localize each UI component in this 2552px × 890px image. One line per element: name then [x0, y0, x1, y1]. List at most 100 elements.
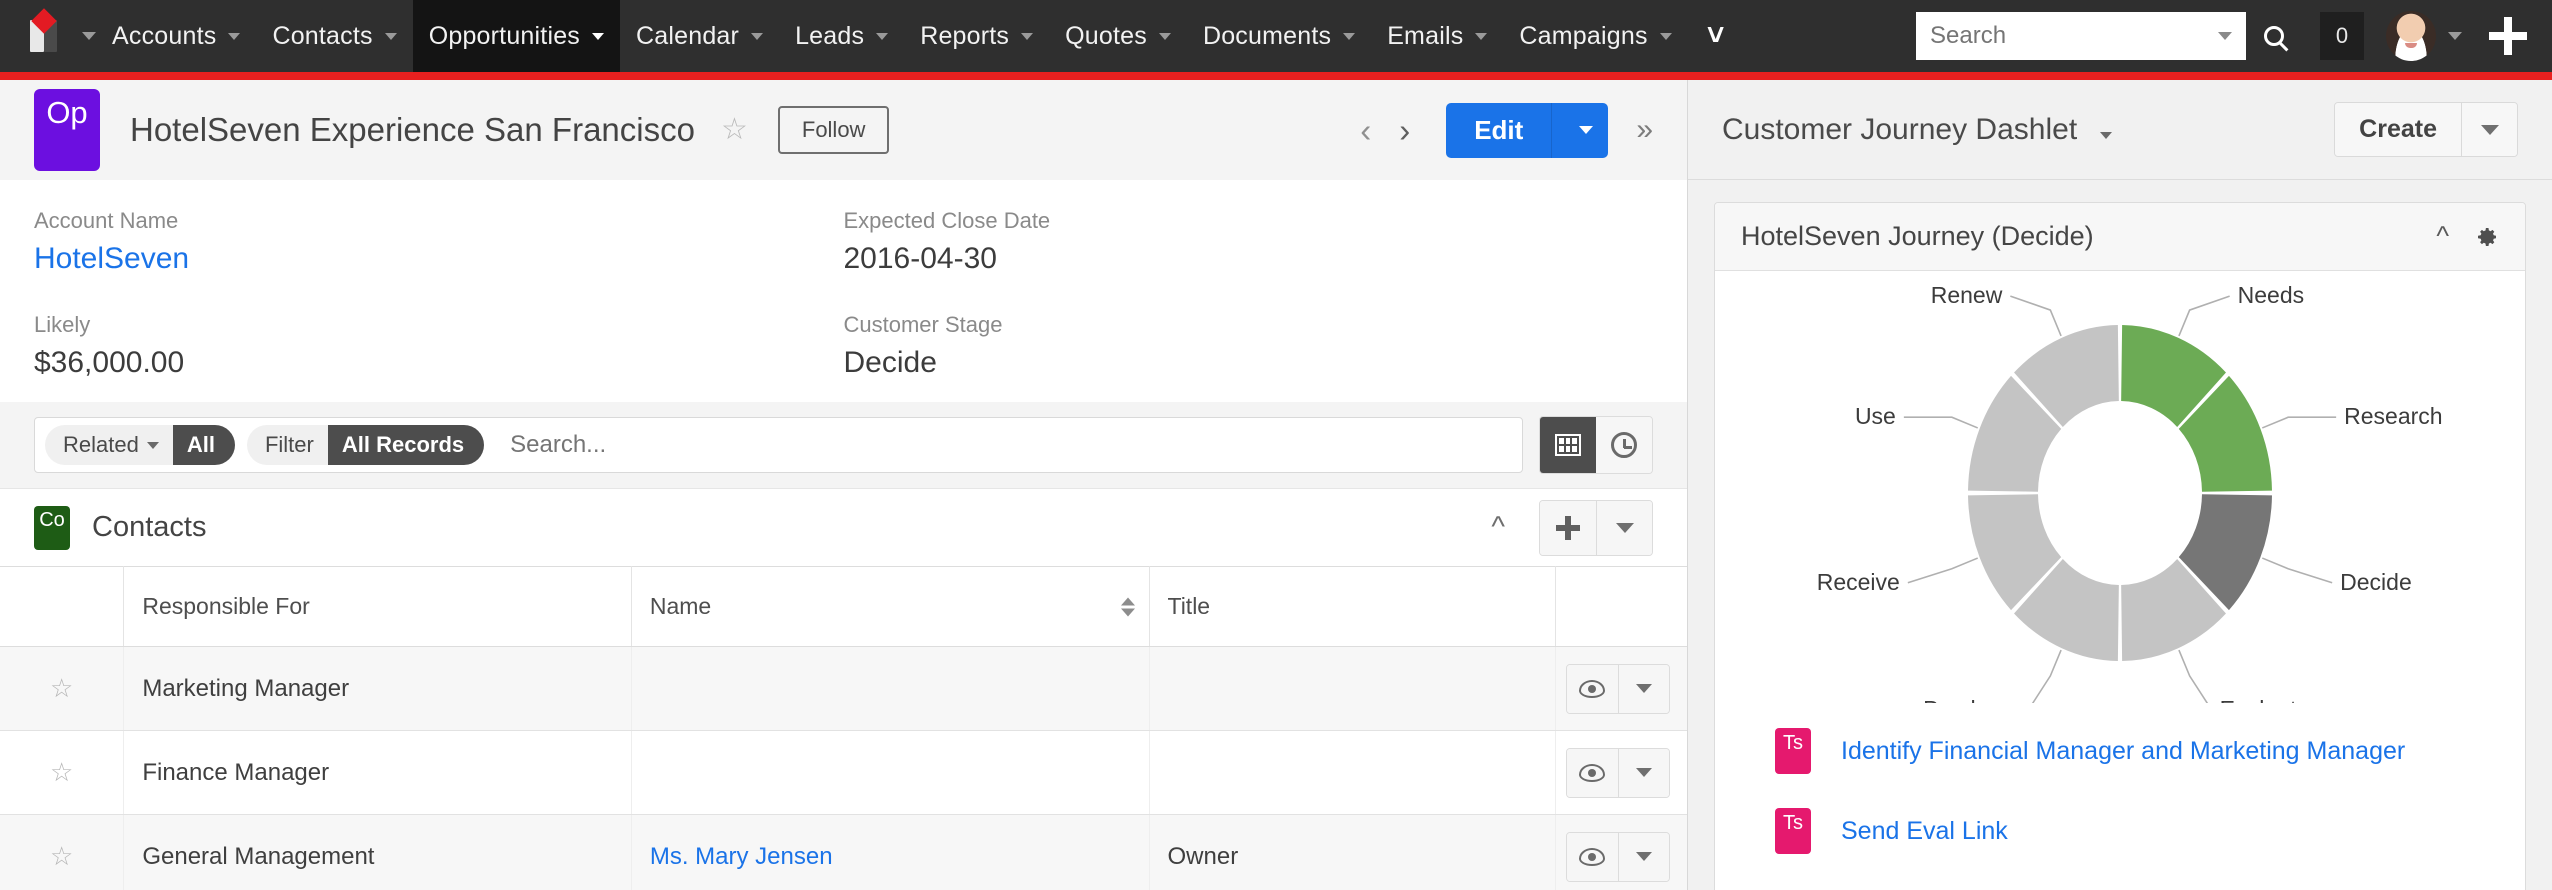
record-fields: Account Name HotelSeven Expected Close D…	[0, 180, 1687, 402]
grid-view-button[interactable]	[1540, 417, 1596, 473]
list-item[interactable]: Ts Identify Financial Manager and Market…	[1775, 711, 2525, 791]
preview-row-button[interactable]	[1566, 748, 1618, 797]
favorite-star-icon[interactable]: ☆	[721, 115, 748, 145]
chevron-down-icon[interactable]	[1475, 32, 1488, 40]
filter-dropdown[interactable]: Filter	[246, 425, 328, 465]
next-record-button[interactable]: ›	[1385, 114, 1424, 147]
row-menu-button[interactable]	[1617, 748, 1669, 797]
caret-down-icon	[1635, 768, 1652, 777]
chevron-down-icon[interactable]	[1659, 32, 1672, 40]
page-body: Op HotelSeven Experience San Francisco ☆…	[0, 80, 2552, 890]
star-outline-icon[interactable]: ☆	[50, 673, 73, 703]
field-value[interactable]: HotelSeven	[34, 242, 844, 276]
chevron-down-icon[interactable]	[384, 32, 397, 40]
notification-count-badge[interactable]: 0	[2320, 12, 2364, 60]
column-name[interactable]: Name	[631, 566, 1150, 647]
navbar-right-group: 0	[1916, 11, 2552, 61]
preview-row-button[interactable]	[1566, 664, 1618, 713]
nav-overflow-button[interactable]: ˅	[1688, 0, 1744, 72]
edit-button[interactable]: Edit	[1446, 102, 1553, 158]
journey-leader-line	[1903, 416, 1979, 429]
logo-dropdown-caret-icon[interactable]	[82, 32, 96, 40]
chevron-down-icon[interactable]	[592, 32, 604, 40]
journey-stage-label-decide: Decide	[2340, 569, 2412, 595]
clock-icon	[1611, 432, 1637, 458]
chevron-down-icon[interactable]	[1343, 32, 1356, 40]
star-outline-icon[interactable]: ☆	[50, 841, 73, 871]
chevron-up-icon[interactable]: ^	[2436, 223, 2449, 250]
task-link[interactable]: Send Eval Link	[1841, 817, 2008, 846]
column-name-label: Name	[649, 593, 712, 619]
journey-leader-line	[2010, 295, 2062, 337]
sugar-cube-logo[interactable]	[18, 8, 70, 62]
column-title[interactable]: Title	[1149, 566, 1556, 647]
nav-item-contacts[interactable]: Contacts	[256, 0, 412, 72]
chevron-down-icon[interactable]	[876, 32, 889, 40]
dashlet-title-dropdown[interactable]: Customer Journey Dashlet	[1722, 113, 2112, 147]
add-contact-button[interactable]	[1540, 500, 1596, 555]
previous-record-button[interactable]: ‹	[1346, 114, 1385, 147]
nav-item-leads[interactable]: Leads	[779, 0, 904, 72]
filter-all-records[interactable]: All Records	[327, 425, 485, 465]
related-search-input[interactable]	[510, 431, 1512, 459]
avatar[interactable]	[2386, 11, 2436, 61]
journey-leader-line	[2261, 416, 2337, 429]
nav-item-documents[interactable]: Documents	[1187, 0, 1371, 72]
nav-item-campaigns[interactable]: Campaigns	[1503, 0, 1687, 72]
nav-label: Campaigns	[1519, 21, 1648, 50]
nav-item-emails[interactable]: Emails	[1371, 0, 1503, 72]
nav-item-calendar[interactable]: Calendar	[620, 0, 779, 72]
contact-name-link[interactable]: Ms. Mary Jensen	[650, 843, 833, 870]
search-box[interactable]	[1916, 12, 2246, 60]
star-outline-icon[interactable]: ☆	[50, 757, 73, 787]
sort-updown-icon[interactable]	[1120, 597, 1135, 616]
add-contact-dropdown[interactable]	[1596, 500, 1652, 555]
quick-create-button[interactable]	[2486, 14, 2530, 58]
journey-leader-line	[2031, 649, 2062, 703]
nav-item-reports[interactable]: Reports	[904, 0, 1049, 72]
search-input[interactable]	[1930, 22, 2218, 50]
search-submit-button[interactable]	[2246, 12, 2302, 60]
journey-leader-line	[2178, 649, 2209, 703]
nav-label: Reports	[920, 21, 1010, 50]
caret-down-icon	[1635, 852, 1652, 861]
chevron-down-icon[interactable]	[1021, 32, 1034, 40]
related-dropdown[interactable]: Related	[45, 425, 173, 465]
chevron-down-icon[interactable]	[1158, 32, 1171, 40]
related-scope-all[interactable]: All	[172, 425, 235, 465]
search-scope-caret-icon[interactable]	[2218, 32, 2232, 40]
chevron-down-icon[interactable]	[751, 32, 764, 40]
add-contact-button-group	[1539, 499, 1653, 556]
history-view-button[interactable]	[1596, 417, 1652, 473]
nav-item-quotes[interactable]: Quotes	[1049, 0, 1187, 72]
column-responsible-for[interactable]: Responsible For	[123, 566, 632, 647]
task-link[interactable]: Identify Financial Manager and Marketing…	[1841, 737, 2405, 766]
create-button[interactable]: Create	[2335, 103, 2461, 156]
journey-body: Needs Research Decide Evaluate Purchase Recei…	[1715, 271, 2525, 871]
preview-row-button[interactable]	[1566, 832, 1618, 881]
table-row[interactable]: ☆ General Management Ms. Mary Jensen Own…	[0, 814, 1687, 890]
table-row[interactable]: ☆ Finance Manager	[0, 730, 1687, 815]
related-filter-bar: Related All Filter All Records	[0, 402, 1687, 488]
row-menu-button[interactable]	[1617, 832, 1669, 881]
nav-item-accounts[interactable]: Accounts	[96, 0, 256, 72]
nav-item-opportunities[interactable]: Opportunities	[412, 0, 620, 72]
table-row[interactable]: ☆ Marketing Manager	[0, 646, 1687, 731]
expand-panel-button[interactable]: »	[1636, 113, 1653, 147]
view-toggle-group	[1539, 416, 1653, 474]
journey-task-list: Ts Identify Financial Manager and Market…	[1715, 703, 2525, 871]
cell-responsible-for: General Management	[123, 814, 632, 890]
chevron-down-icon[interactable]	[228, 32, 241, 40]
caret-down-icon	[1635, 684, 1652, 693]
profile-menu-caret-icon[interactable]	[2448, 32, 2462, 40]
edit-button-group: Edit	[1446, 102, 1609, 158]
create-dropdown[interactable]	[2461, 103, 2517, 156]
field-value: $36,000.00	[34, 346, 185, 379]
follow-button[interactable]: Follow	[777, 106, 890, 154]
row-action-group	[1565, 663, 1670, 714]
list-item[interactable]: Ts Send Eval Link	[1775, 791, 2525, 871]
edit-actions-dropdown[interactable]	[1552, 102, 1609, 158]
row-menu-button[interactable]	[1617, 664, 1669, 713]
gear-icon[interactable]	[2475, 225, 2499, 249]
collapse-panel-button[interactable]: ^	[1491, 513, 1505, 542]
